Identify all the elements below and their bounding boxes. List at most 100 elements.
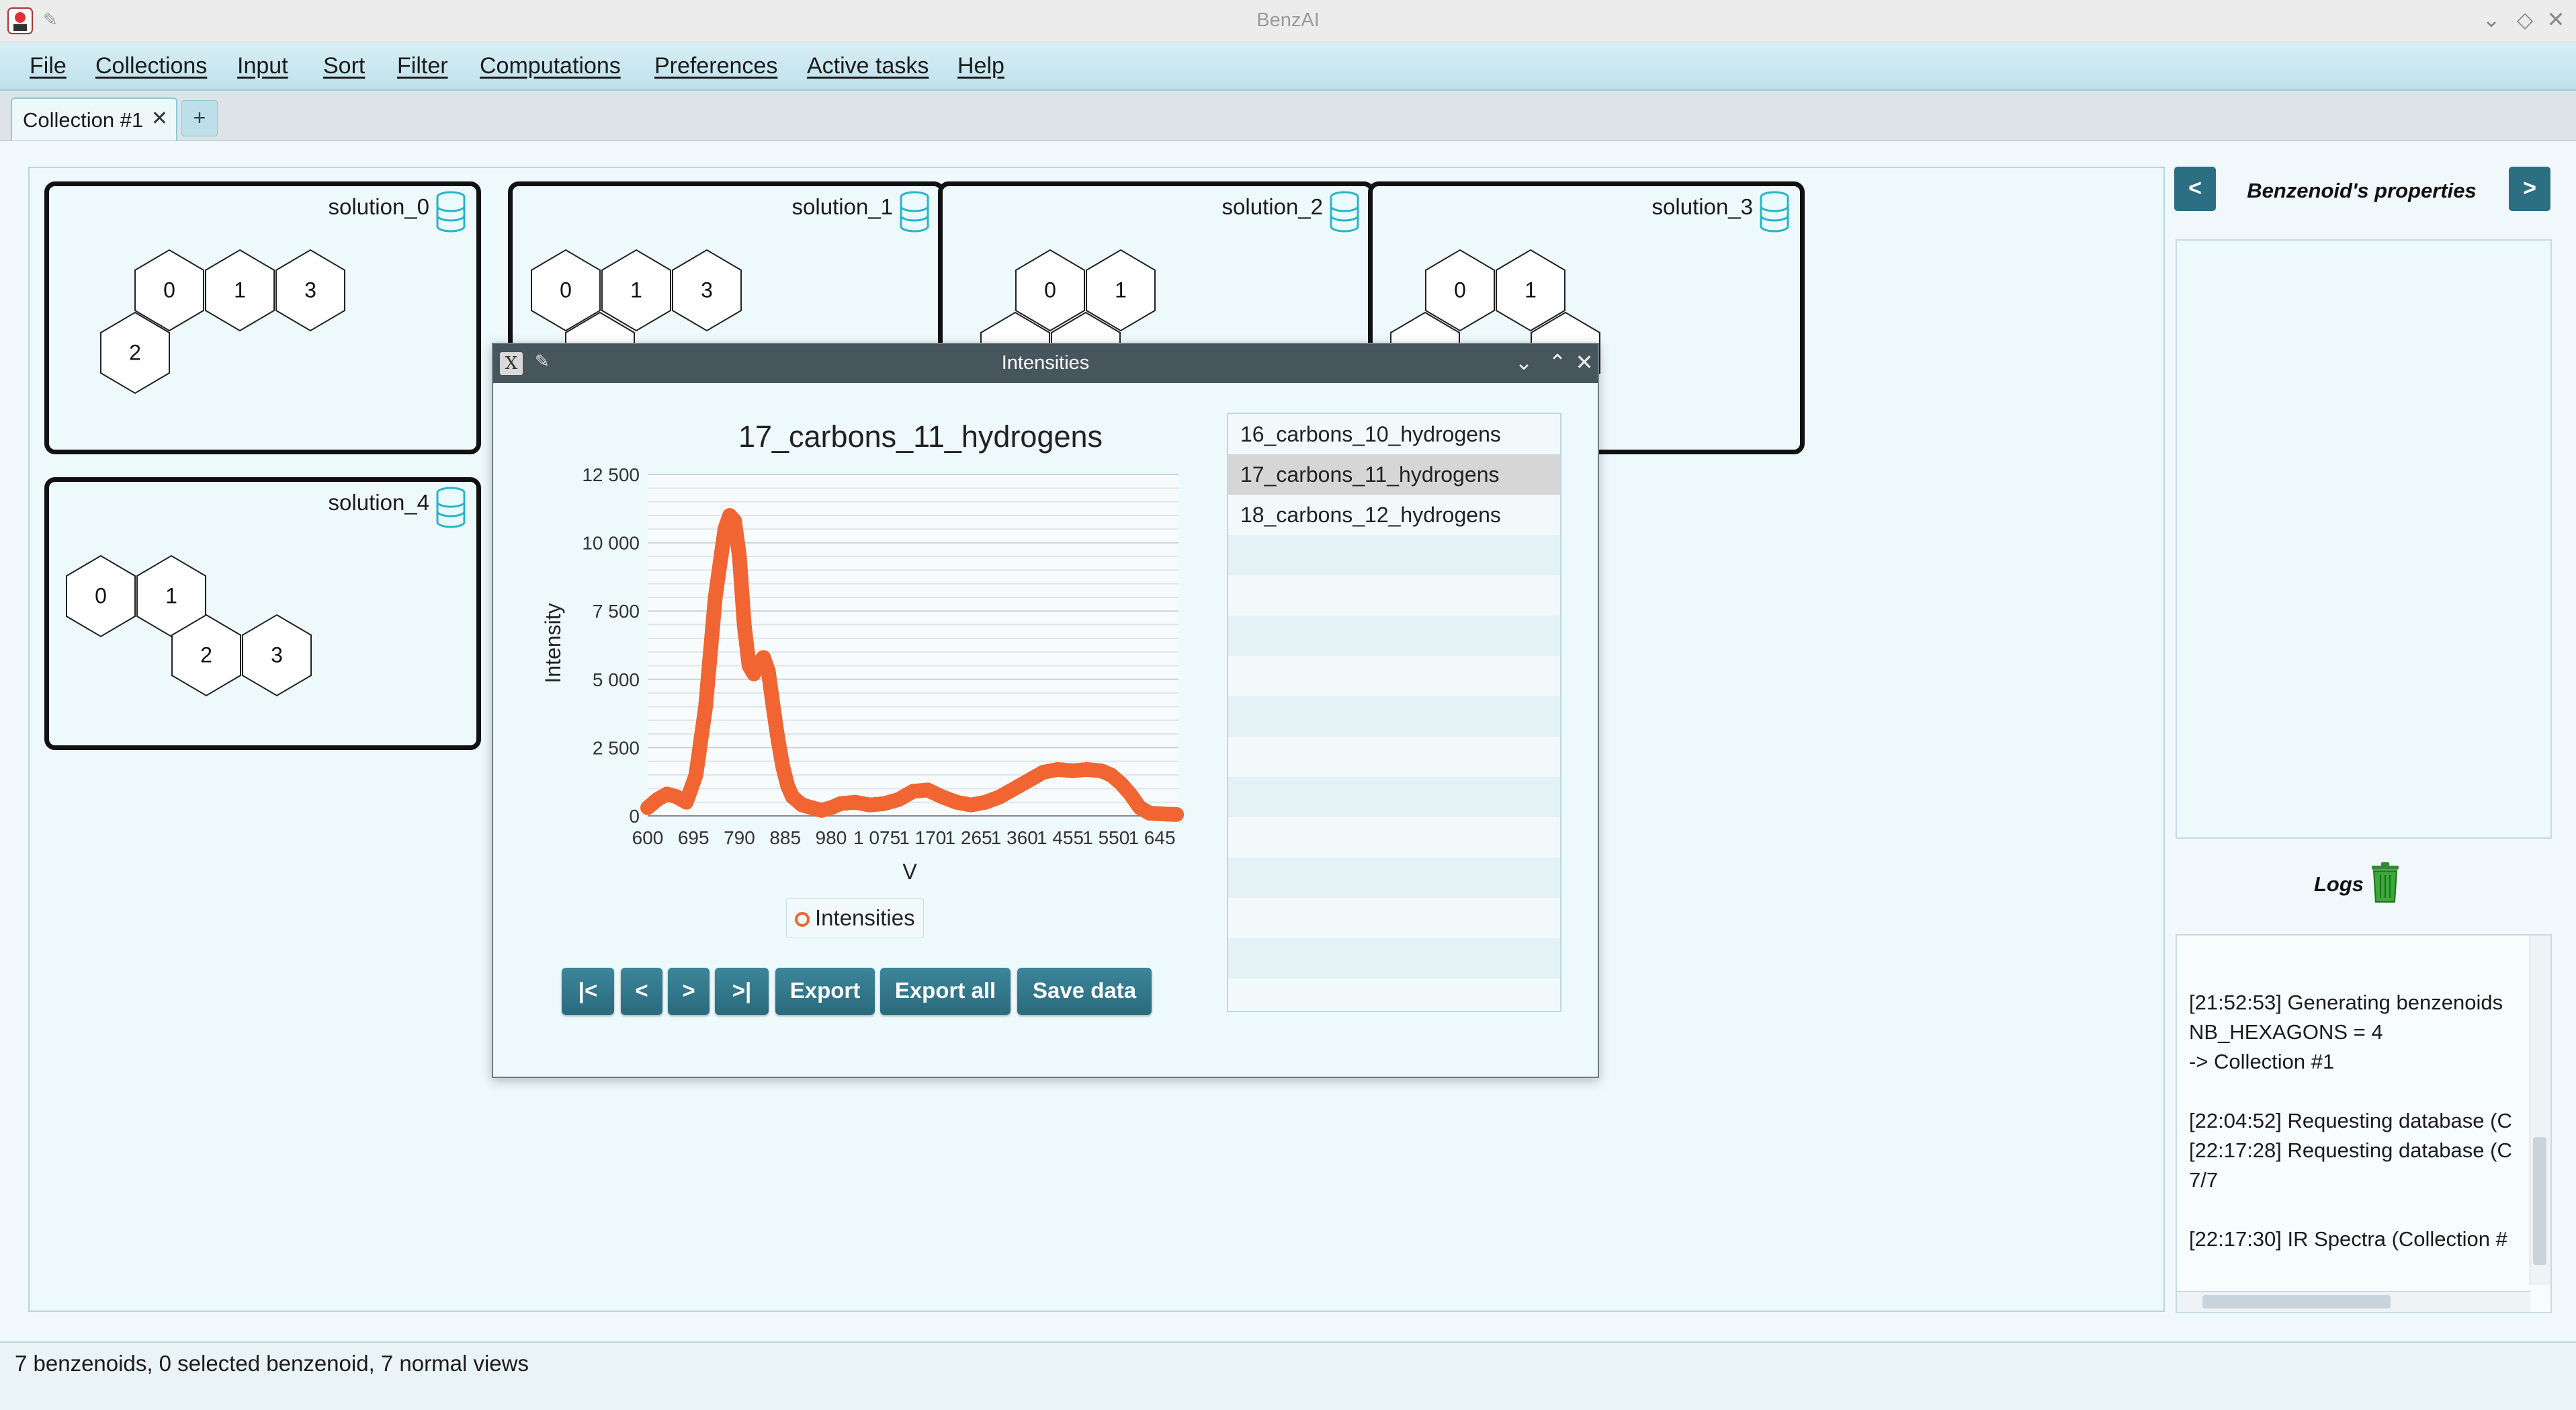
tab-bar: Collection #1 ✕ + (0, 91, 2576, 141)
save-data-button[interactable]: Save data (1017, 968, 1152, 1015)
maximize-icon[interactable]: ◇ (2511, 7, 2538, 32)
y-tick-label: 7 500 (593, 601, 640, 622)
menu-collections[interactable]: Collections (95, 53, 207, 79)
tab-label: Collection #1 (23, 108, 144, 132)
legend-marker (795, 912, 810, 927)
hexagon-label: 1 (1525, 278, 1537, 302)
tab-close-icon[interactable]: ✕ (151, 107, 168, 130)
legend-label: Intensities (815, 905, 915, 930)
log-line: 7/7 (2189, 1168, 2219, 1192)
hexagon-label: 0 (1044, 278, 1056, 302)
scroll-thumb[interactable] (2533, 1137, 2546, 1265)
x-axis-label: V (902, 860, 917, 884)
status-bar: 7 benzenoids, 0 selected benzenoid, 7 no… (0, 1341, 2576, 1410)
y-tick-label: 0 (629, 806, 640, 827)
last-button[interactable]: >| (715, 968, 769, 1015)
intensity-chart: 0 2 500 5 000 7 500 10 000 12 500 600 695 790 88… (541, 464, 1185, 884)
log-line: [21:52:53] Generating benzenoids (2189, 991, 2503, 1014)
formula-list-empty-row (1228, 616, 1560, 656)
hexagon-label: 2 (129, 340, 141, 364)
menu-computations[interactable]: Computations (480, 53, 621, 79)
x-tick-label: 695 (678, 827, 710, 848)
x-tick-label: 1 170 (899, 827, 946, 848)
export-button[interactable]: Export (775, 968, 875, 1015)
hexagon-label: 1 (234, 278, 246, 302)
formula-list-empty-row (1228, 696, 1560, 737)
x-tick-label: 1 550 (1082, 827, 1129, 848)
minimize-icon[interactable]: ⌄ (1510, 349, 1537, 375)
menu-filter[interactable]: Filter (397, 53, 448, 79)
hexagon-label: 0 (1454, 278, 1466, 302)
molecule-diagram: 0 1 3 2 (100, 249, 345, 395)
logs-vertical-scrollbar[interactable] (2530, 936, 2550, 1285)
previous-benzenoid-button[interactable]: < (2174, 167, 2216, 211)
log-line: [22:17:30] IR Spectra (Collection # (2189, 1227, 2507, 1251)
logs-horizontal-scrollbar[interactable] (2177, 1291, 2530, 1312)
properties-title: Benzenoid's properties (2247, 179, 2477, 202)
menu-preferences[interactable]: Preferences (654, 53, 777, 79)
first-button[interactable]: |< (562, 968, 614, 1015)
benzenoid-card-solution-4[interactable]: solution_4 0 1 2 3 (44, 477, 481, 750)
status-text: 7 benzenoids, 0 selected benzenoid, 7 no… (15, 1351, 529, 1376)
formula-list-item[interactable]: 16_carbons_10_hydrogens (1228, 414, 1560, 454)
menu-active-tasks[interactable]: Active tasks (807, 53, 929, 79)
hexagon-label: 3 (271, 642, 283, 667)
formula-list-empty-row (1228, 938, 1560, 979)
hexagon-label: 0 (163, 278, 175, 302)
menu-file[interactable]: File (30, 53, 67, 79)
log-line: -> Collection #1 (2189, 1050, 2335, 1073)
y-axis-ticks: 0 2 500 5 000 7 500 10 000 12 500 (582, 464, 640, 827)
x-tick-label: 980 (816, 827, 847, 848)
formula-list-empty-row (1228, 575, 1560, 616)
log-line: NB_HEXAGONS = 4 (2189, 1020, 2383, 1044)
menu-input[interactable]: Input (237, 53, 288, 79)
maximize-icon[interactable]: ⌃ (1544, 349, 1571, 375)
x-tick-label: 885 (769, 827, 801, 848)
prev-button[interactable]: < (621, 968, 662, 1015)
x-tick-label: 600 (632, 827, 664, 848)
formula-list-empty-row (1228, 858, 1560, 898)
minimize-icon[interactable]: ⌄ (2478, 7, 2505, 32)
export-all-button[interactable]: Export all (880, 968, 1011, 1015)
menubar: File Collections Input Sort Filter Compu… (0, 42, 2576, 91)
logs-panel[interactable]: [21:52:53] Generating benzenoids NB_HEXAG… (2176, 934, 2552, 1313)
properties-panel (2176, 239, 2552, 839)
next-benzenoid-button[interactable]: > (2509, 167, 2550, 211)
hexagon-label: 2 (200, 642, 212, 667)
logs-title: Logs (2314, 872, 2364, 896)
hexagon-label: 1 (165, 583, 177, 608)
y-tick-label: 10 000 (582, 533, 640, 554)
log-line: [22:17:28] Requesting database (C (2189, 1138, 2512, 1162)
y-tick-label: 2 500 (593, 737, 640, 758)
menu-sort[interactable]: Sort (323, 53, 365, 79)
benzenoid-card-solution-0[interactable]: solution_0 0 1 3 2 (44, 181, 481, 454)
close-icon[interactable]: ✕ (2542, 7, 2569, 32)
close-icon[interactable]: ✕ (1571, 349, 1598, 375)
add-tab-button[interactable]: + (181, 100, 218, 136)
window-title: BenzAI (1256, 9, 1320, 31)
logs-text: [21:52:53] Generating benzenoids NB_HEXAG… (2189, 988, 2525, 1254)
x-tick-label: 1 075 (853, 827, 900, 848)
formula-list-item[interactable]: 17_carbons_11_hydrogens (1228, 454, 1560, 495)
formula-list-item[interactable]: 18_carbons_12_hydrogens (1228, 495, 1560, 535)
next-button[interactable]: > (668, 968, 710, 1015)
formula-list-empty-row (1228, 777, 1560, 817)
x-tick-label: 1 360 (991, 827, 1038, 848)
window-titlebar: ✎ BenzAI ⌄ ◇ ✕ (0, 0, 2576, 42)
hexagon-label: 3 (304, 278, 316, 302)
trash-icon[interactable] (2370, 862, 2400, 903)
x-tick-label: 790 (724, 827, 755, 848)
formula-list[interactable]: 16_carbons_10_hydrogens 17_carbons_11_hyd… (1227, 413, 1561, 1012)
formula-list-empty-row (1228, 656, 1560, 696)
scroll-thumb[interactable] (2202, 1295, 2391, 1309)
menu-help[interactable]: Help (957, 53, 1004, 79)
formula-list-empty-row (1228, 817, 1560, 858)
x-axis-ticks: 600 695 790 885 980 1 0751 1701 2651 3601 455… (632, 827, 1176, 848)
molecule-diagram: 0 1 2 3 (66, 554, 312, 697)
hexagon-label: 1 (1115, 278, 1127, 302)
tab-collection-1[interactable]: Collection #1 ✕ (11, 97, 177, 140)
hexagon-label: 1 (630, 278, 642, 302)
log-line: [22:04:52] Requesting database (C (2189, 1109, 2512, 1132)
